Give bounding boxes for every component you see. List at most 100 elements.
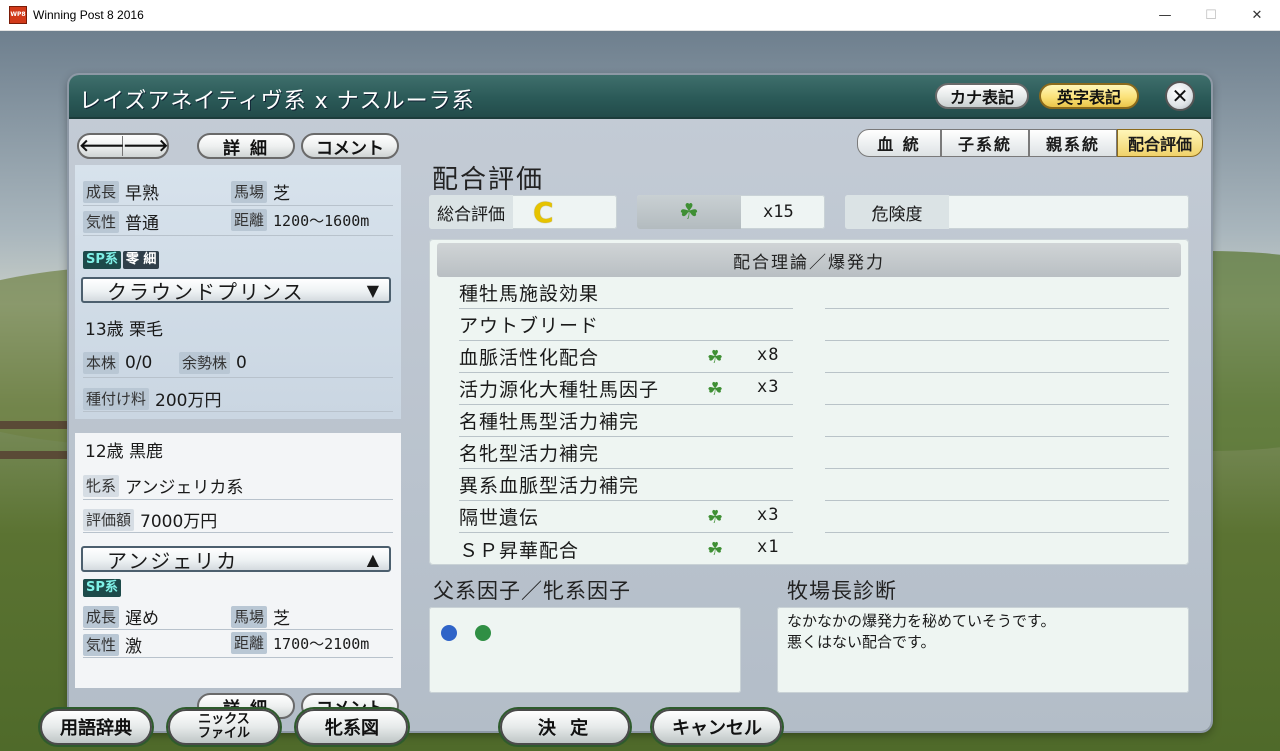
close-icon[interactable]: ✕ bbox=[1165, 81, 1195, 111]
diagnosis-box: なかなかの爆発力を秘めていそうです。 悪くはない配合です。 bbox=[777, 607, 1189, 693]
background-scene: レイズアネイティヴ系 x ナスルーラ系 カナ表記 英字表記 ✕ 🡐 🡒 詳 細 … bbox=[0, 31, 1280, 751]
theory-label: 活力源化大種牡馬因子 bbox=[459, 379, 660, 401]
clover-icon: ☘ bbox=[707, 539, 725, 560]
divider bbox=[83, 411, 393, 412]
sire-yosei: 0 bbox=[236, 353, 247, 373]
diagnosis-line-1: なかなかの爆発力を秘めていそうです。 bbox=[787, 612, 1056, 630]
prev-next-buttons: 🡐 🡒 bbox=[77, 133, 169, 159]
confirm-button[interactable]: 決 定 bbox=[500, 709, 630, 745]
clover-total: ☘ x15 bbox=[637, 195, 825, 229]
divider bbox=[825, 468, 1169, 469]
sire-factor-dot bbox=[441, 625, 457, 641]
dam-temper: 激 bbox=[125, 637, 143, 657]
clover-icon: ☘ bbox=[707, 347, 725, 368]
sp-line-badge: SP系 bbox=[83, 251, 121, 269]
app-window: WP8 Winning Post 8 2016 — ☐ ✕ レイズアネイティヴ系… bbox=[0, 0, 1280, 751]
sire-select[interactable]: クラウンドプリンス ▼ bbox=[81, 277, 391, 304]
dam-line: アンジェリカ系 bbox=[125, 478, 244, 498]
arrow-left-icon[interactable]: 🡐 bbox=[79, 136, 125, 156]
divider bbox=[83, 205, 393, 206]
clover-icon: ☘ bbox=[707, 507, 725, 528]
theory-item: アウトブリード bbox=[459, 309, 793, 341]
dam-distance: 1700〜2100m bbox=[273, 634, 370, 653]
dropdown-down-icon: ▼ bbox=[366, 280, 381, 300]
theory-label: アウトブリード bbox=[459, 315, 600, 337]
divider bbox=[83, 499, 393, 500]
fence-rail bbox=[0, 451, 80, 459]
divider bbox=[825, 404, 1169, 405]
maximize-button[interactable]: ☐ bbox=[1188, 0, 1234, 31]
risk-label: 危険度 bbox=[845, 195, 949, 229]
theory-label: 名牝型活力補完 bbox=[459, 443, 600, 465]
window-title: Winning Post 8 2016 bbox=[33, 8, 144, 22]
risk-box: 危険度 bbox=[845, 195, 1189, 229]
fence-rail bbox=[0, 421, 80, 429]
divider bbox=[83, 657, 393, 658]
distance-label: 距離 bbox=[231, 632, 268, 654]
panel-header: レイズアネイティヴ系 x ナスルーラ系 カナ表記 英字表記 ✕ bbox=[69, 75, 1211, 119]
english-notation-button[interactable]: 英字表記 bbox=[1039, 83, 1139, 109]
dam-value: 7000万円 bbox=[140, 512, 218, 532]
theory-label: 隔世遺伝 bbox=[459, 507, 540, 529]
factors-box bbox=[429, 607, 741, 693]
kana-notation-button[interactable]: カナ表記 bbox=[935, 83, 1029, 109]
theory-item: ＳＰ昇華配合 ☘ x1 bbox=[459, 533, 793, 565]
temper-label: 気性 bbox=[83, 210, 120, 233]
arrow-right-icon[interactable]: 🡒 bbox=[123, 136, 169, 156]
theory-multiplier: x1 bbox=[757, 537, 780, 557]
dam-select[interactable]: アンジェリカ ▲ bbox=[81, 546, 391, 573]
clover-icon: ☘ bbox=[679, 199, 699, 225]
theory-label: 異系血脈型活力補完 bbox=[459, 475, 640, 497]
dam-chart-button[interactable]: 牝系図 bbox=[296, 709, 408, 745]
divider bbox=[825, 308, 1169, 309]
nicks-file-button[interactable]: ニックス ファイル bbox=[168, 709, 280, 745]
theory-panel: 配合理論／爆発力 種牡馬施設効果 アウトブリード 血脈活性化配合 ☘ x8 活力源化… bbox=[429, 239, 1189, 565]
comment-button[interactable]: コメント bbox=[301, 133, 399, 159]
theory-header: 配合理論／爆発力 bbox=[437, 243, 1181, 277]
glossary-button[interactable]: 用語辞典 bbox=[40, 709, 152, 745]
overall-label: 総合評価 bbox=[429, 195, 513, 229]
theory-item: 隔世遺伝 ☘ x3 bbox=[459, 501, 793, 533]
sire-temper: 普通 bbox=[125, 214, 160, 234]
temper-label: 気性 bbox=[83, 633, 120, 656]
sire-distance: 1200〜1600m bbox=[273, 211, 370, 230]
divider bbox=[825, 500, 1169, 501]
cancel-button[interactable]: キャンセル bbox=[652, 709, 782, 745]
sire-fee: 200万円 bbox=[155, 391, 222, 411]
sire-info: 成長 早熟 馬場芝 気性 普通 距離 1200〜1600m SP系零 細 クラウンドプ… bbox=[75, 165, 401, 419]
divider bbox=[83, 629, 393, 630]
dam-track: 芝 bbox=[273, 609, 291, 629]
tab-parent-line[interactable]: 親系統 bbox=[1029, 129, 1117, 157]
sire-growth: 早熟 bbox=[125, 184, 160, 204]
app-icon-text: WP8 bbox=[10, 11, 26, 18]
dam-factor-dot bbox=[475, 625, 491, 641]
minimize-button[interactable]: — bbox=[1142, 0, 1188, 31]
track-label: 馬場 bbox=[231, 605, 268, 628]
tab-combination-eval[interactable]: 配合評価 bbox=[1117, 129, 1203, 157]
divider bbox=[83, 235, 393, 236]
detail-button[interactable]: 詳 細 bbox=[197, 133, 295, 159]
dam-info: 12歳 黒鹿 牝系 アンジェリカ系 評価額 7000万円 アンジェリカ ▲ SP系 … bbox=[75, 433, 401, 688]
theory-label: ＳＰ昇華配合 bbox=[459, 539, 580, 562]
sire-stock: 0/0 bbox=[125, 353, 153, 373]
dam-age-color: 12歳 黒鹿 bbox=[85, 442, 164, 462]
tab-child-line[interactable]: 子系統 bbox=[941, 129, 1029, 157]
window-close-button[interactable]: ✕ bbox=[1234, 0, 1280, 31]
theory-item: 異系血脈型活力補完 bbox=[459, 469, 793, 501]
combination-title: レイズアネイティヴ系 x ナスルーラ系 bbox=[79, 89, 475, 114]
file-label: ファイル bbox=[197, 726, 250, 741]
dam-line-label: 牝系 bbox=[83, 474, 120, 497]
theory-label: 種牡馬施設効果 bbox=[459, 283, 600, 305]
divider bbox=[83, 532, 393, 533]
overall-eval: 総合評価 C bbox=[429, 195, 617, 229]
theory-item: 種牡馬施設効果 bbox=[459, 277, 793, 309]
theory-label: 血脈活性化配合 bbox=[459, 347, 600, 369]
eval-title: 配合評価 bbox=[432, 165, 545, 195]
tab-pedigree[interactable]: 血 統 bbox=[857, 129, 941, 157]
sire-age-color: 13歳 栗毛 bbox=[85, 320, 164, 340]
divider bbox=[83, 377, 393, 378]
fee-label: 種付け料 bbox=[83, 387, 150, 410]
tab-bar: 血 統 子系統 親系統 配合評価 bbox=[857, 129, 1203, 157]
divider bbox=[825, 532, 1169, 533]
breeding-panel: レイズアネイティヴ系 x ナスルーラ系 カナ表記 英字表記 ✕ 🡐 🡒 詳 細 … bbox=[69, 75, 1211, 731]
